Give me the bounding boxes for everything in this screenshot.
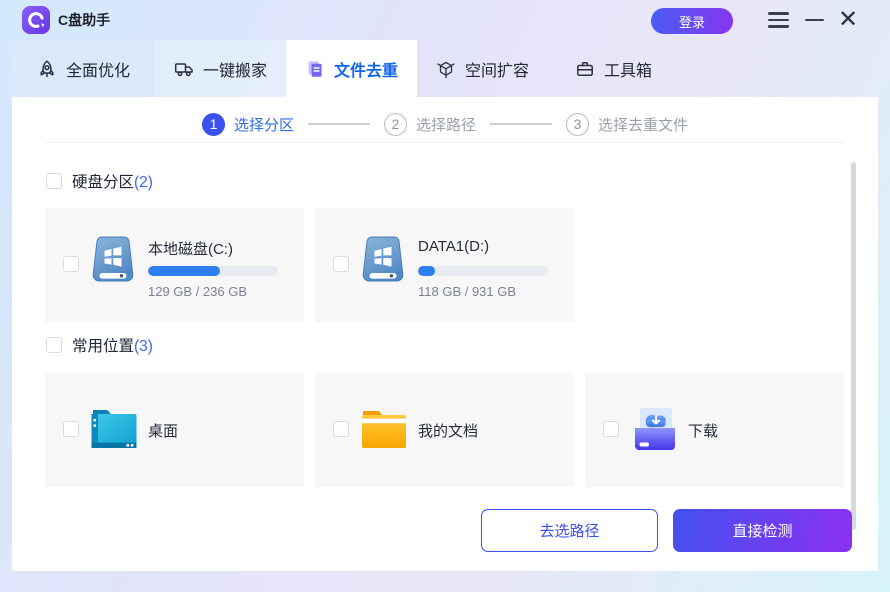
locations-section-title: 常用位置(3) [72,334,153,356]
titlebar: C盘助手 登录 ✕ [0,0,890,40]
tab-label: 全面优化 [66,57,130,81]
step-3-label: 选择去重文件 [598,114,688,135]
downloads-checkbox[interactable] [603,421,619,437]
step-connector [308,123,370,125]
location-name: 桌面 [148,373,178,487]
app-window: C盘助手 登录 ✕ 全面优化 [0,0,890,592]
content-panel: 1 选择分区 2 选择路径 3 选择去重文件 硬盘分区(2) [12,97,878,571]
usage-bar-fill [148,266,220,276]
partition-usage-text: 118 GB / 931 GB [418,284,516,299]
tab-label: 空间扩容 [465,57,529,81]
step-1-circle: 1 [202,113,225,136]
tab-one-click-move[interactable]: 一键搬家 [155,40,286,97]
downloads-icon [629,406,681,459]
scrollbar[interactable] [851,162,856,530]
step-3-circle: 3 [566,113,589,136]
location-name: 我的文档 [418,373,478,487]
documents-folder-icon [359,406,409,457]
direct-detect-button[interactable]: 直接检测 [673,509,852,552]
desktop-folder-icon [89,406,139,457]
doc-dedupe-icon [305,59,325,79]
step-2-circle: 2 [384,113,407,136]
usage-bar [148,266,278,276]
usage-bar-fill [418,266,435,276]
tab-label: 工具箱 [604,57,652,81]
tab-file-dedupe[interactable]: 文件去重 [286,40,417,97]
truck-icon [174,59,194,79]
locations-count: (3) [134,338,153,355]
app-logo-icon [22,6,50,34]
tab-label: 文件去重 [334,57,398,81]
partitions-select-all-checkbox[interactable] [46,173,62,189]
documents-checkbox[interactable] [333,421,349,437]
tab-toolbox[interactable]: 工具箱 [548,40,679,97]
location-card-downloads[interactable]: 下载 [585,373,844,487]
partition-card-d[interactable]: DATA1(D:) 118 GB / 931 GB [315,208,574,322]
divider [45,142,845,143]
partitions-count: (2) [134,174,153,191]
login-button[interactable]: 登录 [651,8,733,34]
app-title: C盘助手 [58,0,110,40]
select-path-button[interactable]: 去选路径 [481,509,658,552]
partitions-section-header: 硬盘分区(2) [46,170,153,192]
tab-label: 一键搬家 [203,57,267,81]
usage-bar [418,266,548,276]
partition-name: DATA1(D:) [418,238,489,255]
locations-select-all-checkbox[interactable] [46,337,62,353]
step-indicator: 1 选择分区 2 选择路径 3 选择去重文件 [12,110,878,138]
step-1-label: 选择分区 [234,114,294,135]
minimize-icon[interactable] [800,0,828,40]
disk-drive-icon [361,235,405,288]
step-2-label: 选择路径 [416,114,476,135]
rocket-icon [37,59,57,79]
close-icon[interactable]: ✕ [834,0,862,40]
partition-card-c[interactable]: 本地磁盘(C:) 129 GB / 236 GB [45,208,304,322]
partitions-section-title: 硬盘分区(2) [72,170,153,192]
tab-full-optimization[interactable]: 全面优化 [12,40,155,97]
location-card-documents[interactable]: 我的文档 [315,373,574,487]
location-name: 下载 [688,373,718,487]
partition-name: 本地磁盘(C:) [148,238,233,259]
disk-drive-icon [91,235,135,288]
partition-d-checkbox[interactable] [333,256,349,272]
partition-c-checkbox[interactable] [63,256,79,272]
step-connector [490,123,552,125]
locations-section-header: 常用位置(3) [46,334,153,356]
tab-bar: 全面优化 一键搬家 文件去重 [12,40,679,97]
menu-icon[interactable] [764,0,792,40]
partition-usage-text: 129 GB / 236 GB [148,284,247,299]
cube-expand-icon [436,59,456,79]
toolbox-icon [575,59,595,79]
desktop-checkbox[interactable] [63,421,79,437]
location-card-desktop[interactable]: 桌面 [45,373,304,487]
tab-space-expand[interactable]: 空间扩容 [417,40,548,97]
